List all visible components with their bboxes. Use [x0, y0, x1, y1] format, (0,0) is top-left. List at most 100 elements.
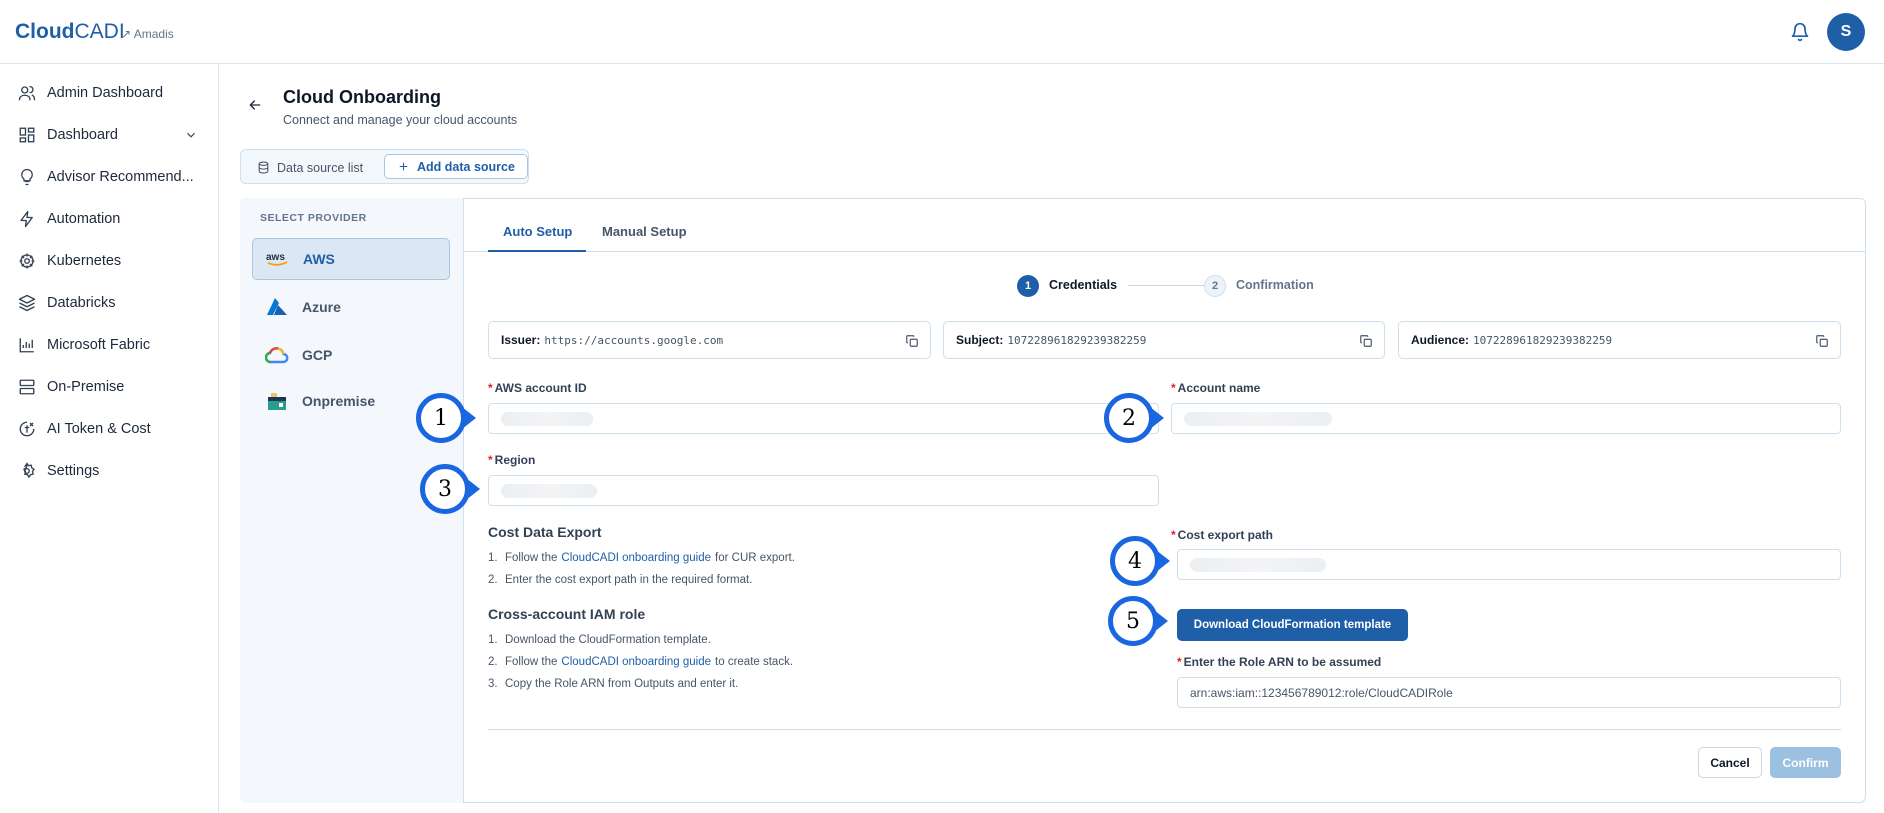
audience-value: 107228961829239382259: [1473, 333, 1613, 347]
step-1-label: Credentials: [1049, 278, 1118, 292]
sidebar-item-advisor[interactable]: Advisor Recommend...: [18, 165, 198, 189]
page-subtitle: Connect and manage your cloud accounts: [283, 113, 518, 127]
sidebar-item-label: Kubernetes: [47, 253, 122, 269]
cancel-button[interactable]: Cancel: [1698, 747, 1762, 778]
step-number: 2.: [488, 574, 498, 586]
audience-key: Audience:: [1411, 333, 1470, 347]
step-number: 3.: [488, 678, 498, 690]
step-text: Copy the Role ARN from Outputs and enter…: [505, 678, 739, 690]
provider-aws[interactable]: aws AWS: [252, 238, 450, 280]
azure-icon: [264, 296, 290, 318]
sidebar-item-label: Databricks: [47, 295, 116, 311]
provider-azure[interactable]: Azure: [252, 286, 450, 328]
avatar[interactable]: S: [1827, 13, 1865, 51]
aws-account-id-label: * AWS account ID: [488, 381, 587, 395]
copy-icon[interactable]: [905, 334, 919, 348]
add-data-source-button[interactable]: Add data source: [384, 154, 528, 179]
tab-divider: [464, 251, 1865, 252]
tab-auto-setup[interactable]: Auto Setup: [503, 224, 572, 239]
sidebar-item-settings[interactable]: Settings: [18, 459, 198, 483]
account-name-label-text: Account name: [1177, 381, 1261, 395]
role-arn-label-text: Enter the Role ARN to be assumed: [1183, 655, 1382, 669]
subject-box: Subject: 107228961829239382259: [943, 321, 1385, 359]
org-link[interactable]: ↗ Amadis: [121, 27, 174, 41]
data-source-list-button[interactable]: Data source list: [257, 155, 363, 180]
callout-number: 3: [420, 464, 470, 514]
issuer-value: https://accounts.google.com: [544, 333, 724, 347]
gcp-icon: [264, 344, 290, 366]
step-text: Follow the: [505, 552, 558, 564]
sidebar-item-kubernetes[interactable]: Kubernetes: [18, 249, 198, 273]
svg-text:aws: aws: [266, 252, 285, 263]
redacted-value: [501, 483, 597, 498]
server-icon: [19, 379, 35, 395]
sidebar-item-automation[interactable]: Automation: [18, 207, 198, 231]
redacted-value: [1190, 557, 1326, 572]
step-2-circle: 2: [1204, 275, 1226, 297]
chevron-down-icon[interactable]: [184, 128, 198, 142]
callout-marker-4: 4: [1110, 536, 1170, 586]
sidebar-item-admin-dashboard[interactable]: Admin Dashboard: [18, 81, 198, 105]
grid-icon: [19, 127, 35, 143]
cost-export-path-label-text: Cost export path: [1177, 528, 1274, 542]
redacted-value: [501, 411, 593, 426]
sidebar-item-label: Automation: [47, 211, 121, 227]
copy-icon[interactable]: [1815, 334, 1829, 348]
bell-icon[interactable]: [1790, 21, 1810, 43]
region-input[interactable]: [488, 475, 1159, 506]
lightbulb-icon: [21, 168, 33, 186]
provider-gcp[interactable]: GCP: [252, 334, 450, 376]
step-text: Download the CloudFormation template.: [505, 634, 711, 646]
step-text: Follow the: [505, 656, 558, 668]
active-tab-indicator: [488, 250, 586, 252]
required-mark: *: [1171, 528, 1176, 542]
plus-icon: [399, 162, 408, 171]
step-text: Enter the cost export path in the requir…: [505, 574, 753, 586]
redacted-value: [1184, 411, 1332, 426]
issuer-key: Issuer:: [501, 333, 541, 347]
provider-label: GCP: [302, 347, 333, 363]
callout-marker-2: 2: [1104, 393, 1164, 443]
add-data-source-label: Add data source: [417, 159, 515, 174]
logo-bold: Cloud: [15, 20, 75, 43]
callout-number: 1: [416, 393, 466, 443]
bar-chart-icon: [19, 338, 34, 353]
aws-icon: aws: [265, 248, 291, 270]
top-bar: CloudCADI ↗ Amadis S: [0, 0, 1884, 64]
callout-marker-5: 5: [1108, 596, 1168, 646]
download-cloudformation-button[interactable]: Download CloudFormation template: [1177, 609, 1408, 641]
iam-role-title: Cross-account IAM role: [488, 606, 646, 622]
step-text: to create stack.: [715, 656, 794, 668]
account-name-input[interactable]: [1171, 403, 1841, 434]
onboarding-guide-link[interactable]: CloudCADI onboarding guide: [561, 552, 711, 564]
role-arn-label: * Enter the Role ARN to be assumed: [1177, 655, 1381, 669]
onboarding-guide-link[interactable]: CloudCADI onboarding guide: [561, 656, 711, 668]
onpremise-icon: [264, 390, 290, 412]
sidebar-item-on-premise[interactable]: On-Premise: [18, 375, 198, 399]
role-arn-input[interactable]: arn:aws:iam::123456789012:role/CloudCADI…: [1177, 677, 1841, 708]
account-name-label: * Account name: [1171, 381, 1260, 395]
region-label: * Region: [488, 453, 535, 467]
cost-export-path-input[interactable]: [1177, 549, 1841, 580]
logo-thin: CADI: [74, 20, 125, 43]
aws-account-id-label-text: AWS account ID: [494, 381, 587, 395]
copy-icon[interactable]: [1359, 334, 1373, 348]
sidebar-item-ai-token-cost[interactable]: AI Token & Cost: [18, 417, 198, 441]
back-arrow-icon[interactable]: [247, 97, 263, 113]
sidebar-item-microsoft-fabric[interactable]: Microsoft Fabric: [18, 333, 198, 357]
tab-manual-setup[interactable]: Manual Setup: [602, 224, 687, 239]
step-number: 2.: [488, 656, 498, 668]
bolt-icon: [20, 210, 33, 228]
cost-export-path-label: * Cost export path: [1171, 528, 1273, 542]
aws-account-id-input[interactable]: [488, 403, 1159, 434]
callout-number: 4: [1110, 536, 1160, 586]
sidebar-item-label: Advisor Recommend...: [47, 169, 194, 185]
sidebar-item-databricks[interactable]: Databricks: [18, 291, 198, 315]
cost-data-export-title: Cost Data Export: [488, 524, 602, 540]
sidebar-item-label: Admin Dashboard: [47, 85, 164, 101]
confirm-button[interactable]: Confirm: [1770, 747, 1841, 778]
sidebar-item-dashboard[interactable]: Dashboard: [18, 123, 198, 147]
app-logo[interactable]: CloudCADI: [15, 20, 125, 44]
provider-label: Onpremise: [302, 393, 376, 409]
region-label-text: Region: [494, 453, 536, 467]
